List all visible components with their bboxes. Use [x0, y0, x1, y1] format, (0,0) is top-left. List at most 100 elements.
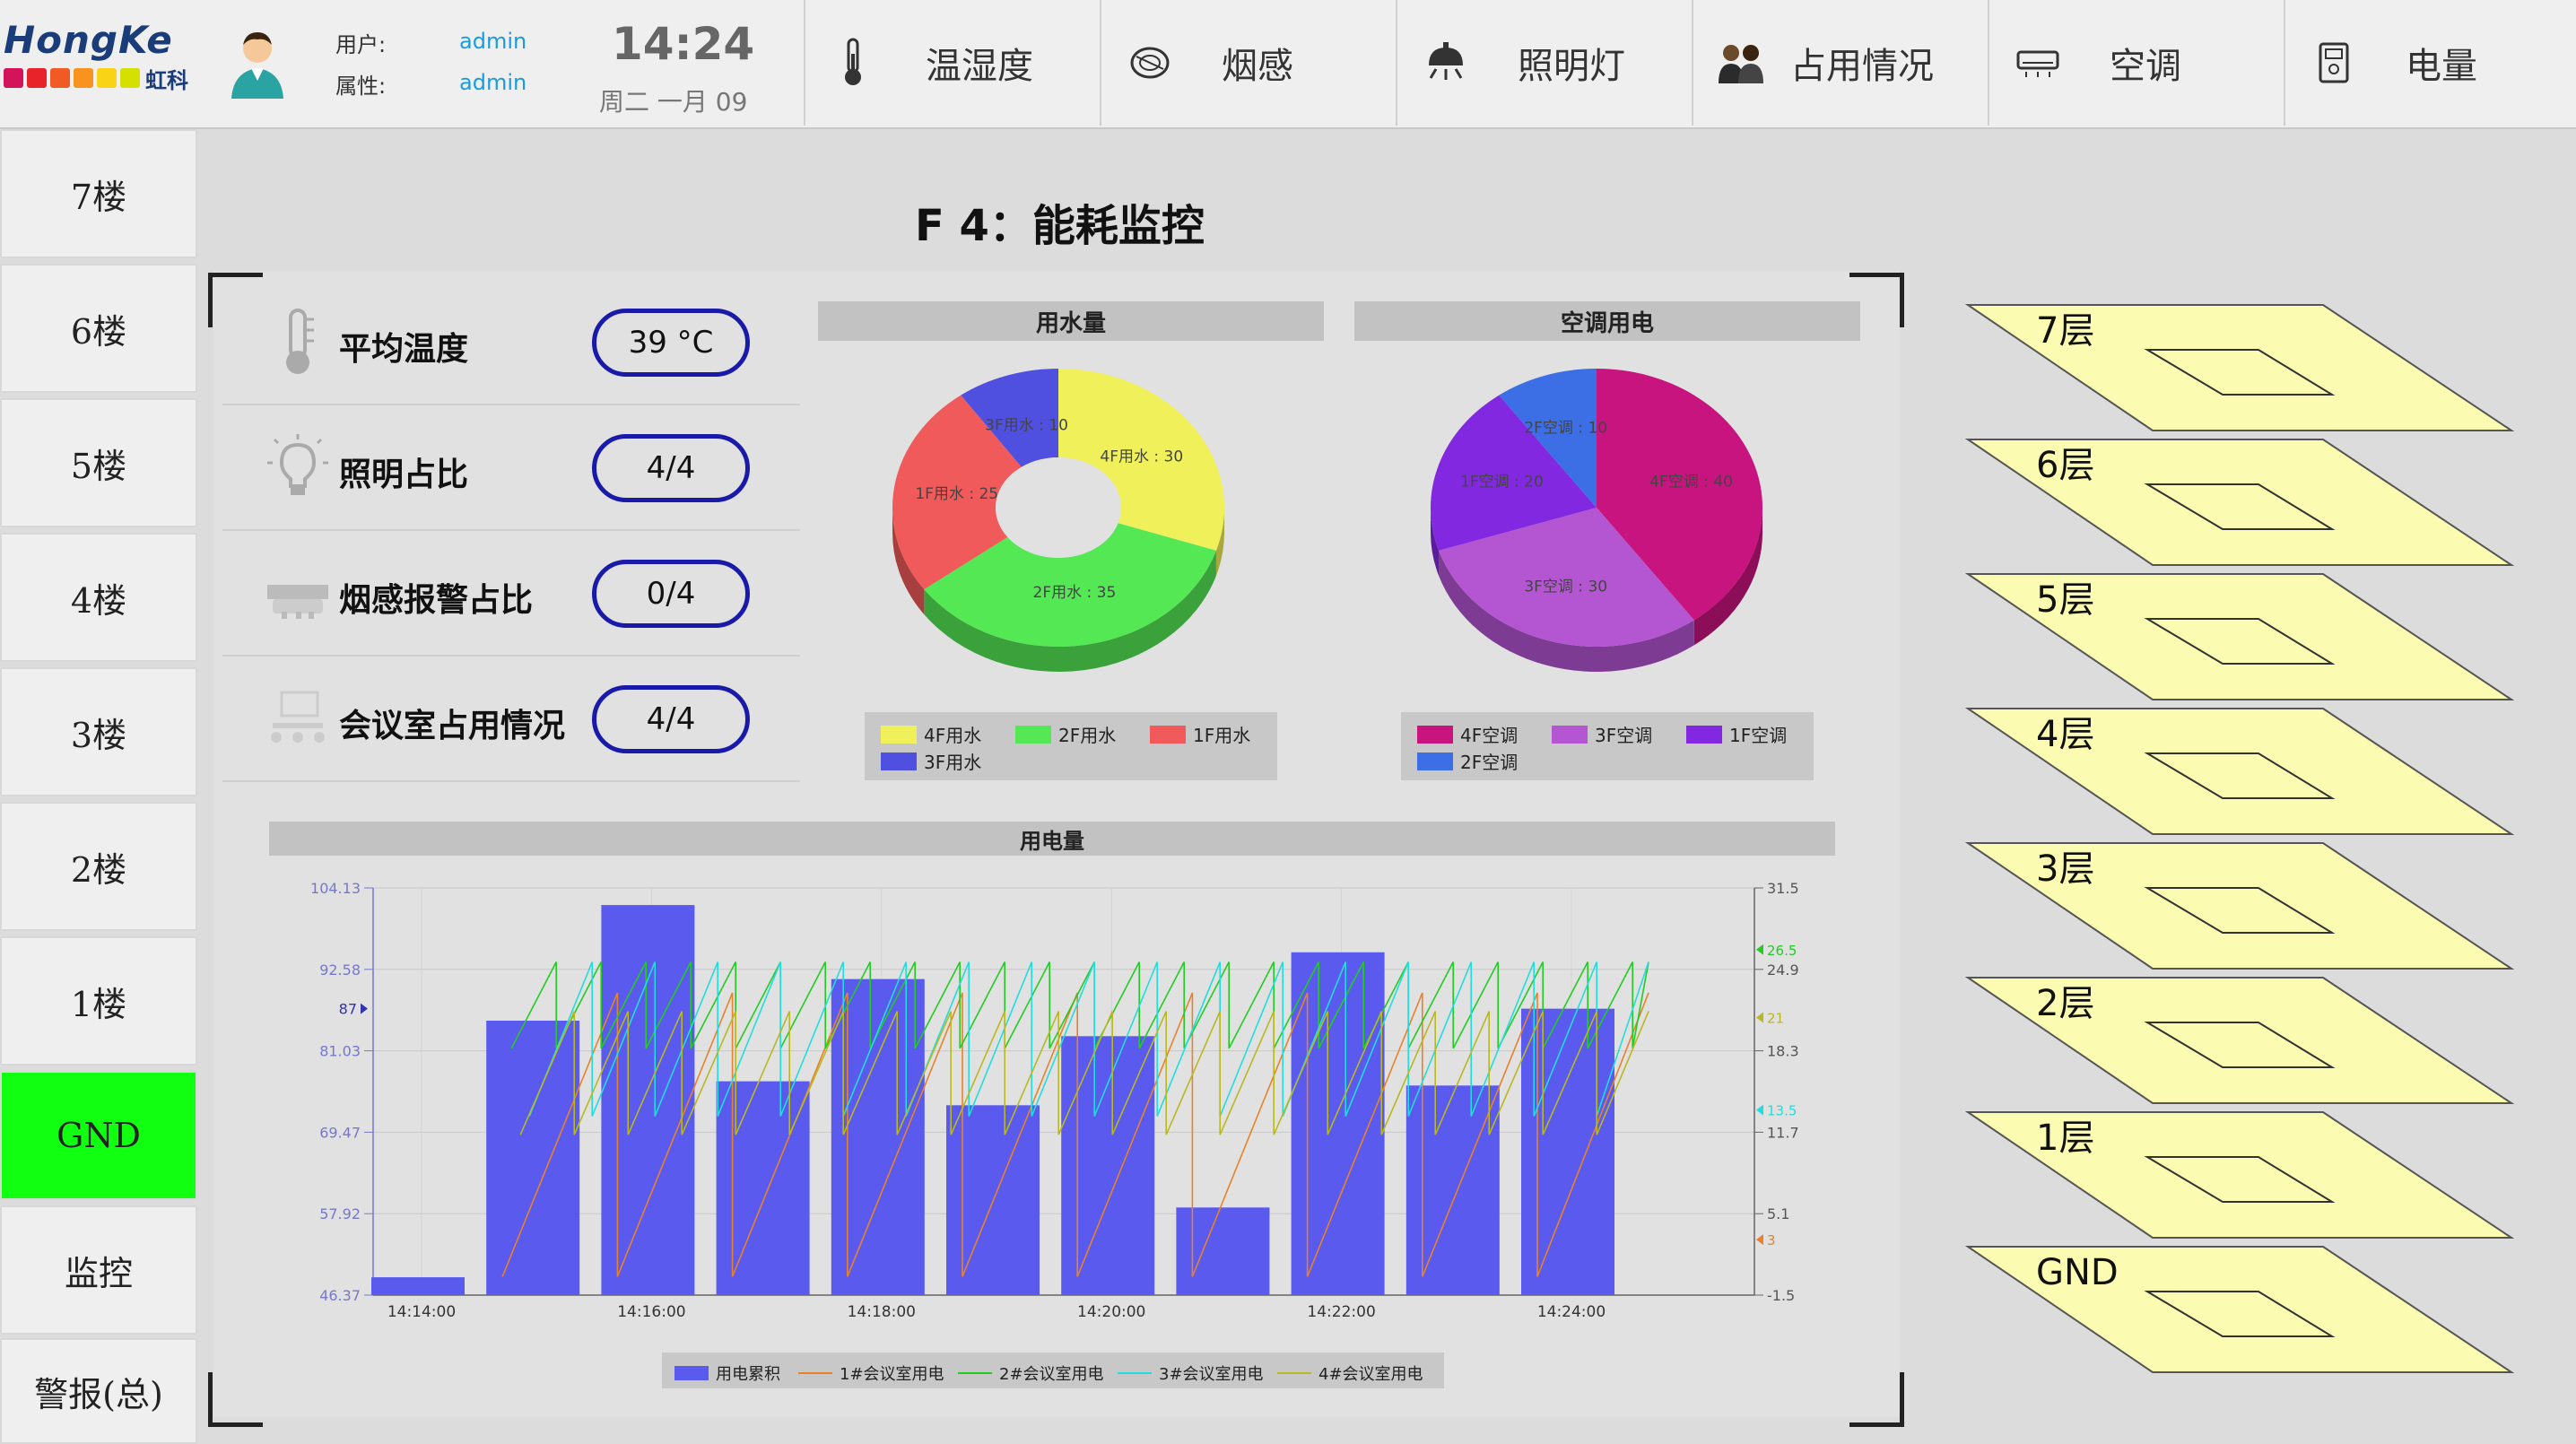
legend-item-4f-water: 4F用水 — [881, 721, 981, 747]
legend-label: 4#会议室用电 — [1318, 1365, 1423, 1384]
floor-plate[interactable]: 5层 — [1964, 573, 2515, 700]
smoke-detector-icon — [1123, 36, 1177, 90]
y-right-tick-label: 5.1 — [1767, 1205, 1789, 1222]
x-tick-label: 14:14:00 — [387, 1303, 456, 1321]
sidebar-item-7f[interactable]: 7楼 — [0, 129, 197, 258]
legend-swatch — [881, 752, 917, 770]
floor-plate[interactable]: 1层 — [1964, 1111, 2515, 1239]
floor-label: 6层 — [2036, 445, 2094, 486]
floor-plate[interactable]: 2层 — [1964, 977, 2515, 1104]
power-legend: 用电累积 1#会议室用电 2#会议室用电 3#会议室用电 4#会议室用电 — [662, 1353, 1444, 1388]
floor-label: 5层 — [2036, 579, 2094, 621]
sidebar-item-5f[interactable]: 5楼 — [0, 398, 197, 527]
sidebar-item-1f[interactable]: 1楼 — [0, 936, 197, 1066]
legend-label: 1#会议室用电 — [840, 1365, 944, 1384]
thermometer-icon — [827, 36, 881, 90]
legend-item-2f-water: 2F用水 — [1015, 721, 1116, 747]
legend-item-3f-water: 3F用水 — [881, 748, 981, 774]
sidebar-item-6f[interactable]: 6楼 — [0, 264, 197, 393]
metric-value: 4/4 — [592, 685, 750, 753]
legend-swatch — [1015, 725, 1051, 744]
legend-label: 用电累积 — [716, 1365, 780, 1384]
bar-cumulative-power — [1405, 1085, 1500, 1295]
brand-dot — [50, 68, 70, 88]
bar-cumulative-power — [1521, 1008, 1614, 1295]
floor-plate[interactable]: 6层 — [1964, 439, 2515, 566]
tab-power[interactable]: 电量 — [2284, 0, 2576, 126]
metric-label: 照明占比 — [339, 457, 469, 493]
tab-label: 占用情况 — [1790, 46, 1934, 87]
role-value: admin — [459, 70, 527, 95]
tab-label: 烟感 — [1222, 46, 1293, 87]
floor-plate[interactable]: GND — [1964, 1246, 2515, 1373]
tab-occupancy[interactable]: 占用情况 — [1692, 0, 1984, 126]
y-right-current-marker: 3 — [1767, 1232, 1776, 1248]
legend-item-cumulative: 用电累积 — [674, 1361, 780, 1385]
sidebar-item-alarms[interactable]: 警报(总) — [0, 1338, 197, 1444]
tab-smoke[interactable]: 烟感 — [1100, 0, 1392, 126]
smoke-detector-icon — [267, 585, 328, 619]
pie-data-label: 3F用水 : 10 — [985, 417, 1068, 435]
power-meter-icon — [2307, 36, 2361, 90]
legend-label: 3F用水 — [924, 752, 982, 773]
legend-swatch — [1417, 752, 1453, 770]
legend-swatch — [1277, 1372, 1311, 1374]
sidebar-item-monitor[interactable]: 监控 — [0, 1205, 197, 1335]
floor-label: 4层 — [2036, 714, 2094, 755]
y-left-tick-label: 69.47 — [319, 1124, 361, 1141]
floor-label: 3层 — [2036, 848, 2094, 890]
power-usage-chart: 104.13 92.58 81.03 69.47 57.92 46.37 31.5 24.9 1… — [310, 880, 1799, 1321]
floor-plate[interactable]: 4层 — [1964, 708, 2515, 835]
sidebar-item-2f[interactable]: 2楼 — [0, 802, 197, 931]
bar-cumulative-power — [1061, 1036, 1155, 1295]
y-left-tick-label: 92.58 — [319, 961, 361, 979]
metric-avg-temperature: 平均温度 39 °C — [222, 280, 800, 405]
legend-item-room3: 3#会议室用电 — [1118, 1361, 1264, 1385]
tab-air-conditioning[interactable]: 空调 — [1988, 0, 2280, 126]
floor-plate[interactable]: 7层 — [1964, 304, 2515, 431]
water-chart-title: 用水量 — [818, 301, 1324, 341]
tab-label: 温湿度 — [926, 46, 1033, 87]
donut-hole — [996, 457, 1121, 558]
sidebar-item-3f[interactable]: 3楼 — [0, 667, 197, 796]
legend-label: 4F空调 — [1460, 725, 1519, 746]
x-tick-label: 14:16:00 — [617, 1303, 685, 1321]
marker-arrow — [1756, 1104, 1763, 1116]
pie-data-label: 1F用水 : 25 — [915, 485, 998, 503]
bar-cumulative-power — [831, 979, 925, 1295]
light-bulb-icon — [267, 434, 328, 495]
role-label: 属性: — [335, 74, 387, 99]
clock-date: 周二 一月 09 — [599, 87, 748, 117]
pie-data-label: 2F空调 : 10 — [1524, 420, 1607, 438]
metric-value: 39 °C — [592, 309, 750, 377]
brand-dot — [74, 68, 93, 88]
tab-lighting[interactable]: 照明灯 — [1396, 0, 1688, 126]
legend-swatch — [1150, 725, 1186, 744]
legend-label: 2F用水 — [1058, 725, 1117, 746]
bar-cumulative-power — [716, 1081, 810, 1295]
pie-data-label: 4F空调 : 40 — [1649, 473, 1733, 491]
y-right-current-marker: 13.5 — [1767, 1103, 1797, 1119]
y-right-current-marker: 26.5 — [1767, 943, 1797, 959]
metric-lighting-ratio: 照明占比 4/4 — [222, 405, 800, 531]
tab-temperature-humidity[interactable]: 温湿度 — [804, 0, 1096, 126]
floor-plate[interactable]: 3层 — [1964, 842, 2515, 970]
meeting-room-icon — [271, 691, 325, 743]
y-right-tick-label: -1.5 — [1767, 1287, 1795, 1304]
tab-label: 空调 — [2110, 46, 2181, 87]
user-name: admin — [459, 29, 527, 54]
sidebar-item-gnd[interactable]: GND — [0, 1071, 197, 1200]
legend-item-room2: 2#会议室用电 — [958, 1361, 1104, 1385]
tab-label: 照明灯 — [1518, 46, 1625, 87]
pie-data-label: 1F空调 : 20 — [1460, 473, 1544, 491]
ac-power-pie-chart: 4F空调 : 40 3F空调 : 30 1F空调 : 20 2F空调 : 10 — [1431, 369, 1762, 672]
bar-cumulative-power — [486, 1021, 580, 1295]
tab-label: 电量 — [2406, 46, 2477, 87]
legend-label: 3#会议室用电 — [1159, 1365, 1264, 1384]
ceiling-lamp-icon — [1419, 36, 1473, 90]
sidebar-item-4f[interactable]: 4楼 — [0, 533, 197, 662]
legend-item-2f-ac: 2F空调 — [1417, 748, 1518, 774]
frame-corner-bottom-left — [208, 1372, 263, 1427]
metric-label: 会议室占用情况 — [339, 708, 566, 744]
y-left-current-marker: 87 — [339, 1001, 357, 1018]
